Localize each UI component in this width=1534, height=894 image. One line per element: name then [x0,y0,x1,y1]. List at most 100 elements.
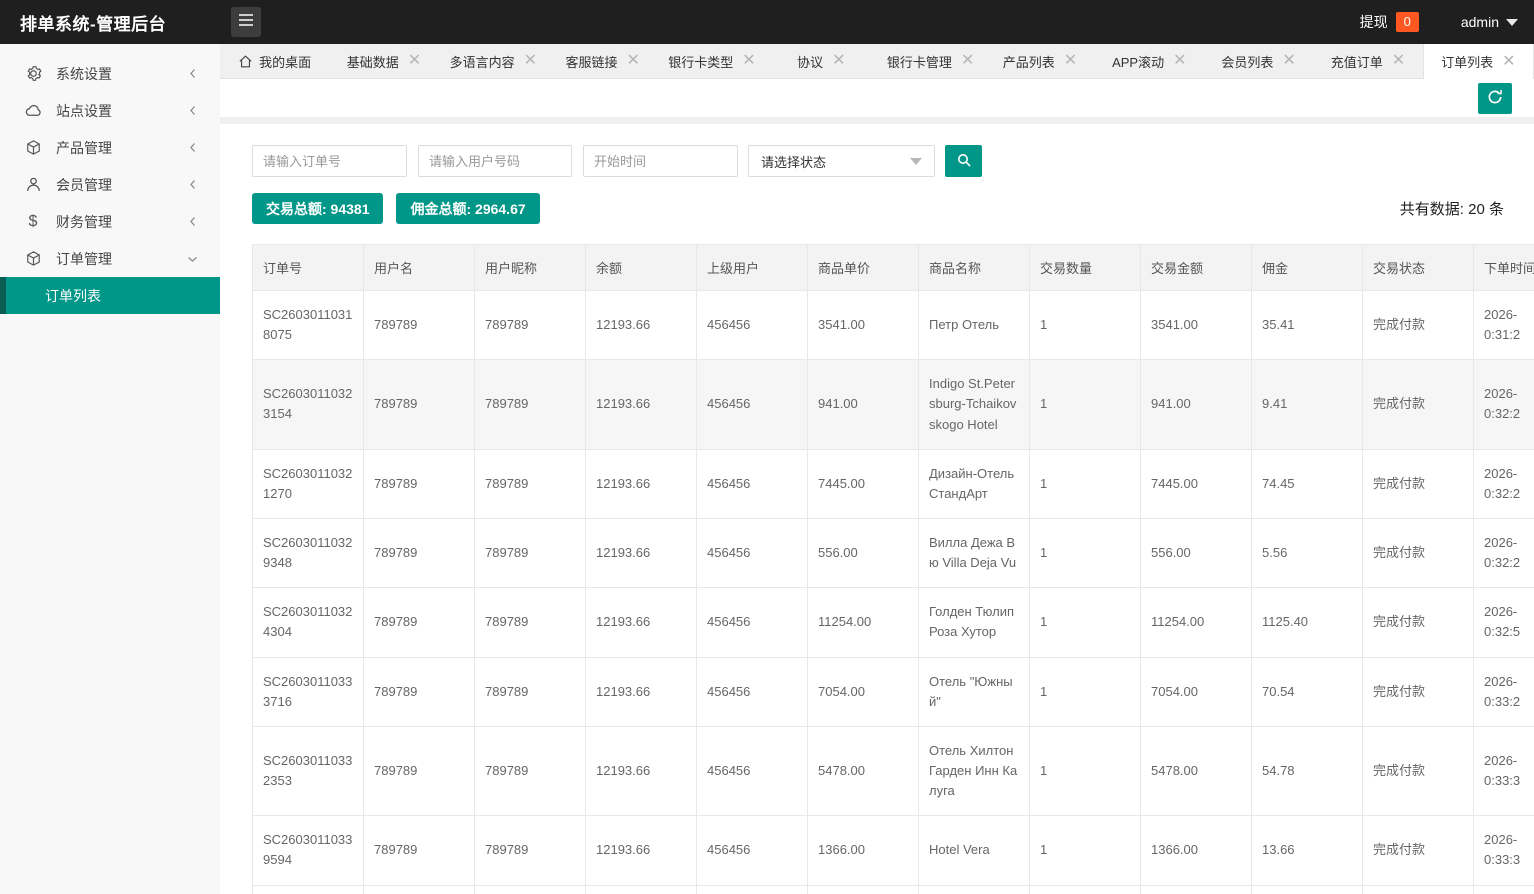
table-cell: SC26030110339594 [253,816,364,885]
tab-close-icon[interactable]: ✕ [742,53,755,69]
refresh-icon [1486,88,1504,109]
table-cell: Дизайн-Отель СтандАрт [919,449,1030,518]
search-icon [956,152,972,171]
table-cell: 1 [1030,588,1141,657]
tab-close-icon[interactable]: ✕ [832,53,845,69]
sidebar-subitem-order-list[interactable]: 订单列表 [0,277,220,314]
table-cell: 789789 [475,588,586,657]
table-cell: 完成付款 [1363,518,1474,587]
tab-银行卡管理[interactable]: 银行卡管理✕ [876,44,985,78]
table-cell: 5.56 [1252,518,1363,587]
tab-close-icon[interactable]: ✕ [408,53,421,69]
table-cell: 完成付款 [1363,885,1474,894]
table-cell: 941.00 [1141,360,1252,449]
tab-label: 多语言内容 [450,52,515,71]
tab-close-icon[interactable]: ✕ [524,53,537,69]
refresh-button[interactable] [1478,83,1512,114]
order-no-input[interactable] [252,145,407,177]
table-header-cell: 用户昵称 [475,245,586,291]
tab-产品列表[interactable]: 产品列表✕ [985,44,1094,78]
table-cell: 12193.66 [586,885,697,894]
toolbar [220,79,1534,117]
table-cell: 941.00 [808,360,919,449]
tab-close-icon[interactable]: ✕ [626,53,639,69]
table-header-cell: 交易金额 [1141,245,1252,291]
table-cell: 456456 [697,885,808,894]
tab-label: 充值订单 [1331,52,1383,71]
table-cell: 789789 [475,726,586,815]
status-select[interactable]: 请选择状态 [748,145,935,177]
user-no-input[interactable] [418,145,572,177]
app-title: 排单系统-管理后台 [20,10,220,35]
table-cell: SC26030110329348 [253,518,364,587]
table-cell: 完成付款 [1363,360,1474,449]
sidebar-item[interactable]: 站点设置 [0,92,220,129]
tab-close-icon[interactable]: ✕ [1392,53,1405,69]
tab-close-icon[interactable]: ✕ [961,53,974,69]
tab-协议[interactable]: 协议✕ [767,44,876,78]
table-cell: 456456 [697,657,808,726]
table-row: SC2603011033371678978978978912193.664564… [253,657,1534,726]
tab-label: APP滚动 [1112,52,1164,71]
sidebar-item-label: 系统设置 [56,64,112,84]
table-cell: 456456 [697,291,808,360]
table-row: SC2603011031807578978978978912193.664564… [253,291,1534,360]
tab-银行卡类型[interactable]: 银行卡类型✕ [657,44,766,78]
tab-多语言内容[interactable]: 多语言内容 ✕ [439,44,548,78]
chevron-down-icon [187,254,198,264]
tab-充值订单[interactable]: 充值订单 ✕ [1313,44,1422,78]
table-cell: 12193.66 [586,449,697,518]
search-button[interactable] [945,145,982,177]
orders-table: 订单号用户名用户昵称余额上级用户商品单价商品名称交易数量交易金额佣金交易状态下单… [252,244,1534,894]
table-row: SC2603011033235378978978978912193.664564… [253,726,1534,815]
table-cell: 1 [1030,726,1141,815]
trade-total-badge: 交易总额: 94381 [252,193,383,224]
table-cell: 556.00 [808,518,919,587]
table-cell: 12193.66 [586,360,697,449]
tab-APP滚动[interactable]: APP滚动 ✕ [1095,44,1204,78]
table-cell: 789789 [364,360,475,449]
tab-客服链接[interactable]: 客服链接✕ [548,44,657,78]
chevron-left-icon [188,216,198,227]
tab-我的桌面[interactable]: 我的桌面 [220,44,329,78]
start-time-input[interactable] [583,145,738,177]
table-header-cell: 佣金 [1252,245,1363,291]
table-cell: 1 [1030,657,1141,726]
table-cell: Indigo St.Petersburg-Tchaikovskogo Hotel [919,360,1030,449]
table-cell: 789789 [364,291,475,360]
table-cell: 789789 [364,518,475,587]
tab-close-icon[interactable]: ✕ [1502,54,1515,70]
sidebar-item[interactable]: 产品管理 [0,129,220,166]
tab-bar: 我的桌面基础数据✕多语言内容✕客服链接✕银行卡类型✕协议✕银行卡管理✕产品列表✕… [220,44,1534,79]
filter-bar: 请选择状态 [252,145,1534,177]
tab-基础数据[interactable]: 基础数据✕ [329,44,438,78]
sidebar-toggle-button[interactable] [231,7,261,37]
tab-订单列表[interactable]: 订单列表✕ [1423,44,1534,79]
table-cell: 556.00 [1141,518,1252,587]
user-icon [24,176,42,193]
table-header-cell: 交易数量 [1030,245,1141,291]
table-cell: 789789 [475,360,586,449]
cube-icon [24,250,42,267]
tab-会员列表[interactable]: 会员列表✕ [1204,44,1313,78]
tab-close-icon[interactable]: ✕ [1173,53,1186,69]
user-menu[interactable]: admin [1461,14,1499,30]
select-arrow-icon [910,158,922,165]
tab-close-icon[interactable]: ✕ [1064,53,1077,69]
withdraw-count-badge: 0 [1396,12,1419,32]
table-cell: 1 [1030,518,1141,587]
table-header-cell: 余额 [586,245,697,291]
table-cell: 完成付款 [1363,449,1474,518]
tab-close-icon[interactable]: ✕ [1282,53,1295,69]
sidebar-item[interactable]: $财务管理 [0,203,220,240]
table-row: SC2603011032934878978978978912193.664564… [253,518,1534,587]
sidebar-item[interactable]: 系统设置 [0,55,220,92]
table-cell: 11.13 [1252,885,1363,894]
sidebar-item[interactable]: 会员管理 [0,166,220,203]
cube-icon [24,139,42,156]
withdraw-link[interactable]: 提现 [1360,12,1388,32]
table-cell: 12193.66 [586,816,697,885]
table-cell: 35.41 [1252,291,1363,360]
table-cell: 1 [1030,885,1141,894]
sidebar-item[interactable]: 订单管理 [0,240,220,277]
